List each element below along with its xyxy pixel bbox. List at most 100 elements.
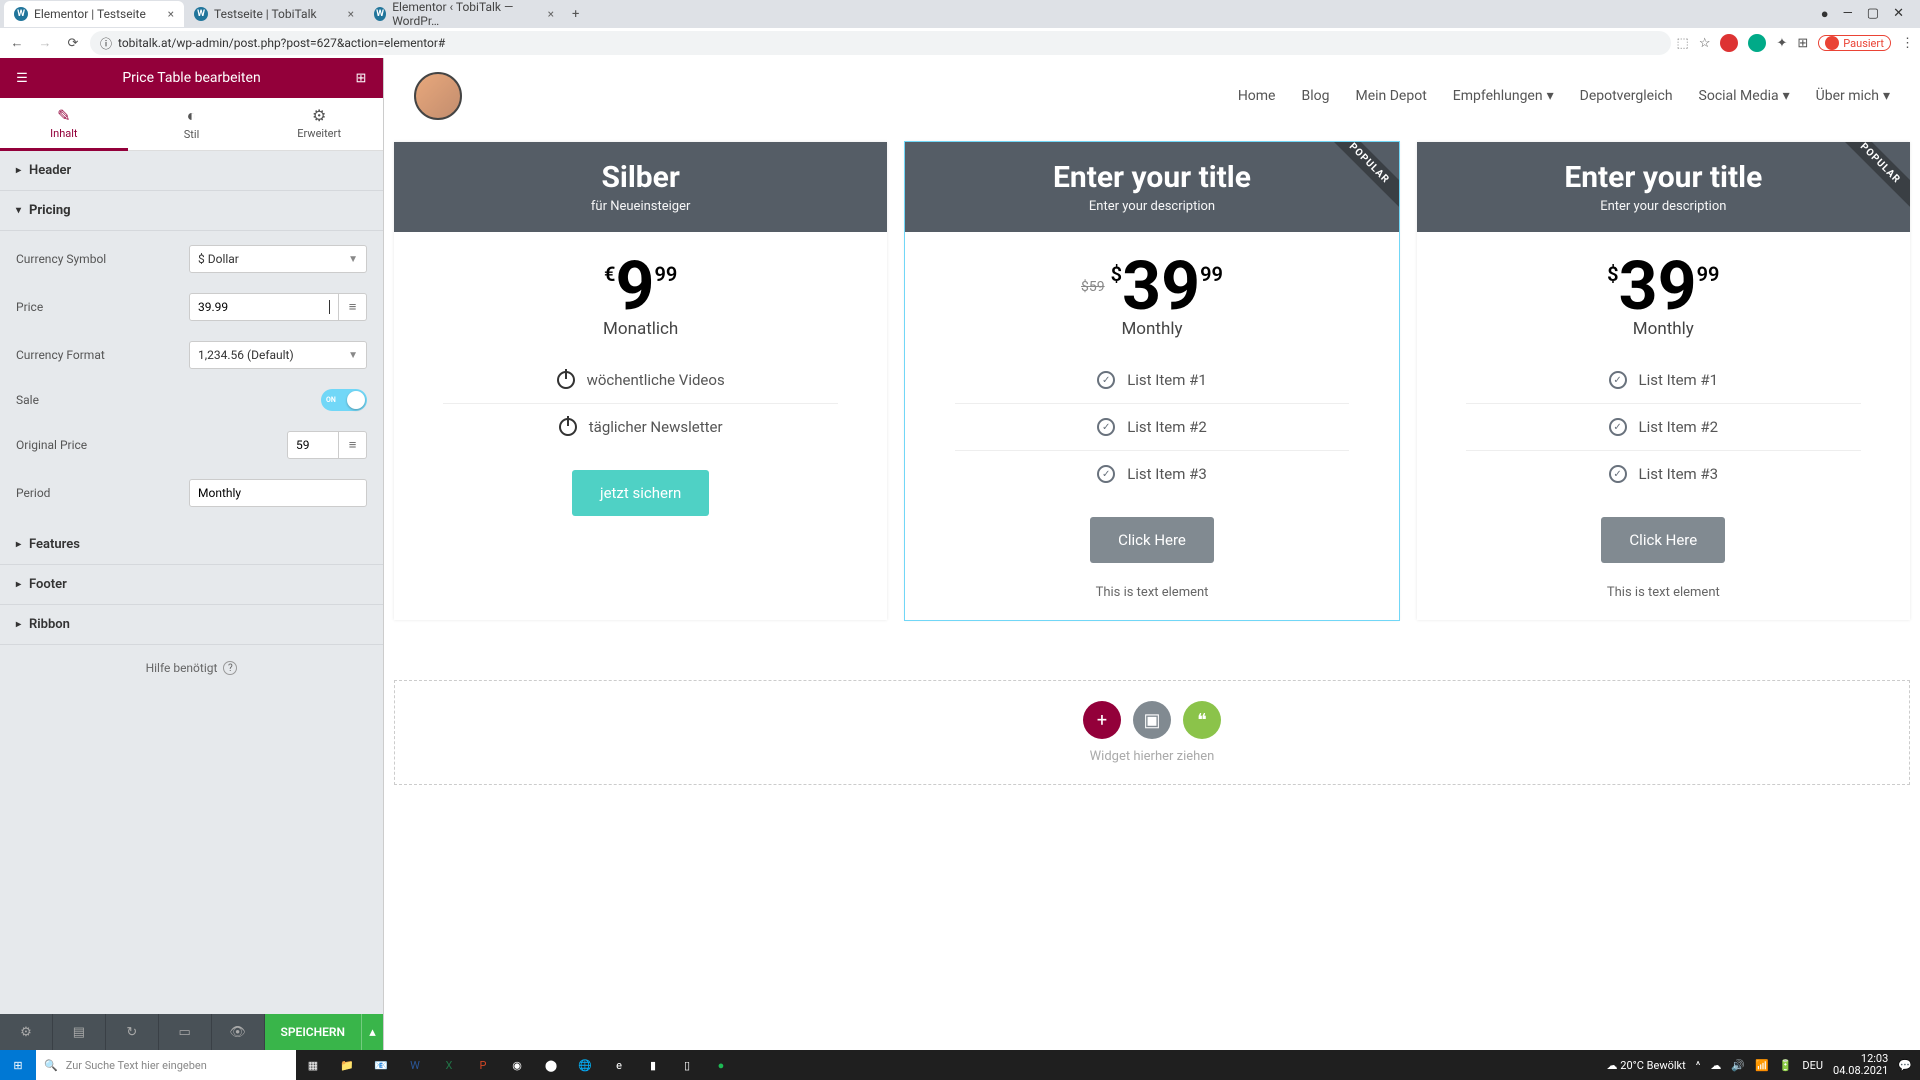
widget-drop-zone[interactable]: + ▣ ❝ Widget hierher ziehen — [394, 680, 1910, 785]
help-link[interactable]: Hilfe benötigt ? — [0, 645, 383, 691]
minimize-icon[interactable]: — — [1843, 6, 1853, 22]
account-icon[interactable]: ● — [1821, 6, 1829, 22]
word-icon[interactable]: W — [398, 1050, 432, 1080]
price-table-0[interactable]: Silber für Neueinsteiger € 9 99 Monatlic… — [394, 142, 887, 620]
currency-format-select[interactable]: 1,234.56 (Default) ▼ — [189, 341, 367, 369]
settings-icon[interactable]: ⚙ — [0, 1014, 53, 1050]
reload-button[interactable]: ⟳ — [62, 36, 84, 51]
browser-tab-0[interactable]: W Elementor | Testseite × — [4, 1, 184, 27]
drop-hint-text: Widget hierher ziehen — [1090, 749, 1215, 764]
reading-list-icon[interactable]: ⊞ — [1797, 36, 1808, 51]
template-button[interactable]: ▣ — [1133, 701, 1171, 739]
url-field[interactable]: ⓘ tobitalk.at/wp-admin/post.php?post=627… — [90, 31, 1671, 55]
extensions-icon[interactable]: ✦ — [1776, 36, 1787, 51]
canvas[interactable]: Home Blog Mein Depot Empfehlungen ▾ Depo… — [384, 58, 1920, 1050]
history-icon[interactable]: ↻ — [106, 1014, 159, 1050]
tab-erweitert[interactable]: ⚙ Erweitert — [255, 98, 383, 151]
battery-icon[interactable]: 🔋 — [1779, 1059, 1793, 1072]
chrome-icon[interactable]: 🌐 — [568, 1050, 602, 1080]
excel-icon[interactable]: X — [432, 1050, 466, 1080]
weather-widget[interactable]: ☁ 20°C Bewölkt — [1607, 1059, 1686, 1072]
back-button[interactable]: ← — [6, 35, 28, 51]
app-icon[interactable]: ▮ — [636, 1050, 670, 1080]
app-icon[interactable]: ▯ — [670, 1050, 704, 1080]
start-button[interactable]: ⊞ — [0, 1050, 36, 1080]
powerpoint-icon[interactable]: P — [466, 1050, 500, 1080]
search-icon: 🔍 — [44, 1059, 58, 1072]
app-icon[interactable]: ◉ — [500, 1050, 534, 1080]
extension-icon[interactable] — [1720, 34, 1738, 52]
spotify-icon[interactable]: ● — [704, 1050, 738, 1080]
language-indicator[interactable]: DEU — [1802, 1059, 1823, 1072]
save-options-button[interactable]: ▴ — [361, 1014, 383, 1050]
nav-item-home[interactable]: Home — [1238, 88, 1276, 104]
responsive-icon[interactable]: ▭ — [159, 1014, 212, 1050]
price-table-subtitle: für Neueinsteiger — [404, 199, 877, 214]
period-input[interactable] — [189, 479, 367, 507]
currency-symbol: € — [604, 262, 615, 286]
maximize-icon[interactable]: ▢ — [1867, 6, 1879, 22]
close-icon[interactable]: × — [548, 7, 554, 21]
close-icon[interactable]: × — [348, 7, 354, 21]
nav-item-social[interactable]: Social Media ▾ — [1699, 88, 1790, 104]
menu-icon[interactable]: ☰ — [8, 64, 36, 92]
sidebar-header: ☰ Price Table bearbeiten ⊞ — [0, 58, 383, 98]
favorites-button[interactable]: ❝ — [1183, 701, 1221, 739]
cta-button[interactable]: Click Here — [1601, 517, 1725, 563]
forward-button[interactable]: → — [34, 35, 56, 51]
nav-item-ueber[interactable]: Über mich ▾ — [1816, 88, 1890, 104]
nav-item-depot[interactable]: Mein Depot — [1355, 88, 1426, 104]
widgets-icon[interactable]: ⊞ — [347, 64, 375, 92]
wifi-icon[interactable]: 📶 — [1755, 1059, 1769, 1072]
extension-icon[interactable] — [1748, 34, 1766, 52]
obs-icon[interactable]: ⬤ — [534, 1050, 568, 1080]
tab-inhalt[interactable]: ✎ Inhalt — [0, 98, 128, 151]
section-header-features[interactable]: ▸ Features — [0, 525, 383, 565]
site-info-icon[interactable]: ⓘ — [100, 35, 112, 52]
tab-stil[interactable]: ◐ Stil — [128, 98, 256, 151]
notifications-icon[interactable]: 💬 — [1898, 1059, 1912, 1072]
dynamic-tags-button[interactable]: ≡ — [339, 431, 367, 459]
close-icon[interactable]: × — [168, 7, 174, 21]
original-price-input[interactable] — [287, 431, 339, 459]
save-button[interactable]: SPEICHERN — [265, 1014, 361, 1050]
section-header-footer[interactable]: ▸ Footer — [0, 565, 383, 605]
price-input[interactable] — [189, 293, 339, 321]
features-list: ✓List Item #1✓List Item #2✓List Item #3 — [955, 347, 1350, 517]
tray-chevron-icon[interactable]: ^ — [1696, 1059, 1701, 1072]
sale-toggle[interactable]: ON — [321, 389, 367, 411]
currency-symbol-select[interactable]: $ Dollar ▼ — [189, 245, 367, 273]
nav-item-empfehlungen[interactable]: Empfehlungen ▾ — [1453, 88, 1554, 104]
avatar[interactable] — [414, 72, 462, 120]
section-header-header[interactable]: ▸ Header — [0, 151, 383, 191]
price-table-1[interactable]: POPULAR Enter your title Enter your desc… — [905, 142, 1398, 620]
new-tab-button[interactable]: + — [564, 7, 587, 22]
explorer-icon[interactable]: 📁 — [330, 1050, 364, 1080]
onedrive-icon[interactable]: ☁ — [1710, 1059, 1721, 1072]
nav-item-depotvergleich[interactable]: Depotvergleich — [1580, 88, 1673, 104]
add-section-button[interactable]: + — [1083, 701, 1121, 739]
edge-icon[interactable]: e — [602, 1050, 636, 1080]
cta-button[interactable]: Click Here — [1090, 517, 1214, 563]
browser-tab-1[interactable]: W Testseite | TobiTalk × — [184, 1, 364, 27]
task-view-icon[interactable]: ▦ — [296, 1050, 330, 1080]
navigator-icon[interactable]: ▤ — [53, 1014, 106, 1050]
clock[interactable]: 12:03 04.08.2021 — [1833, 1053, 1888, 1077]
share-icon[interactable]: ⬚ — [1677, 36, 1689, 51]
menu-icon[interactable]: ⋮ — [1901, 36, 1914, 51]
dynamic-tags-button[interactable]: ≡ — [339, 293, 367, 321]
taskbar-search[interactable]: 🔍 Zur Suche Text hier eingeben — [36, 1050, 296, 1080]
close-icon[interactable]: ✕ — [1893, 6, 1904, 22]
cta-button[interactable]: jetzt sichern — [572, 470, 709, 516]
mail-icon[interactable]: 📧 — [364, 1050, 398, 1080]
browser-tab-2[interactable]: W Elementor ‹ TobiTalk — WordPr… × — [364, 1, 564, 27]
bookmark-icon[interactable]: ☆ — [1699, 36, 1711, 51]
section-header-pricing[interactable]: ▾ Pricing — [0, 191, 383, 231]
volume-icon[interactable]: 🔊 — [1731, 1059, 1745, 1072]
price-tables-section[interactable]: Silber für Neueinsteiger € 9 99 Monatlic… — [384, 134, 1920, 640]
section-header-ribbon[interactable]: ▸ Ribbon — [0, 605, 383, 645]
profile-paused-pill[interactable]: Pausiert — [1818, 35, 1891, 51]
nav-item-blog[interactable]: Blog — [1302, 88, 1330, 104]
price-table-2[interactable]: POPULAR Enter your title Enter your desc… — [1417, 142, 1910, 620]
preview-icon[interactable]: 👁 — [212, 1014, 265, 1050]
